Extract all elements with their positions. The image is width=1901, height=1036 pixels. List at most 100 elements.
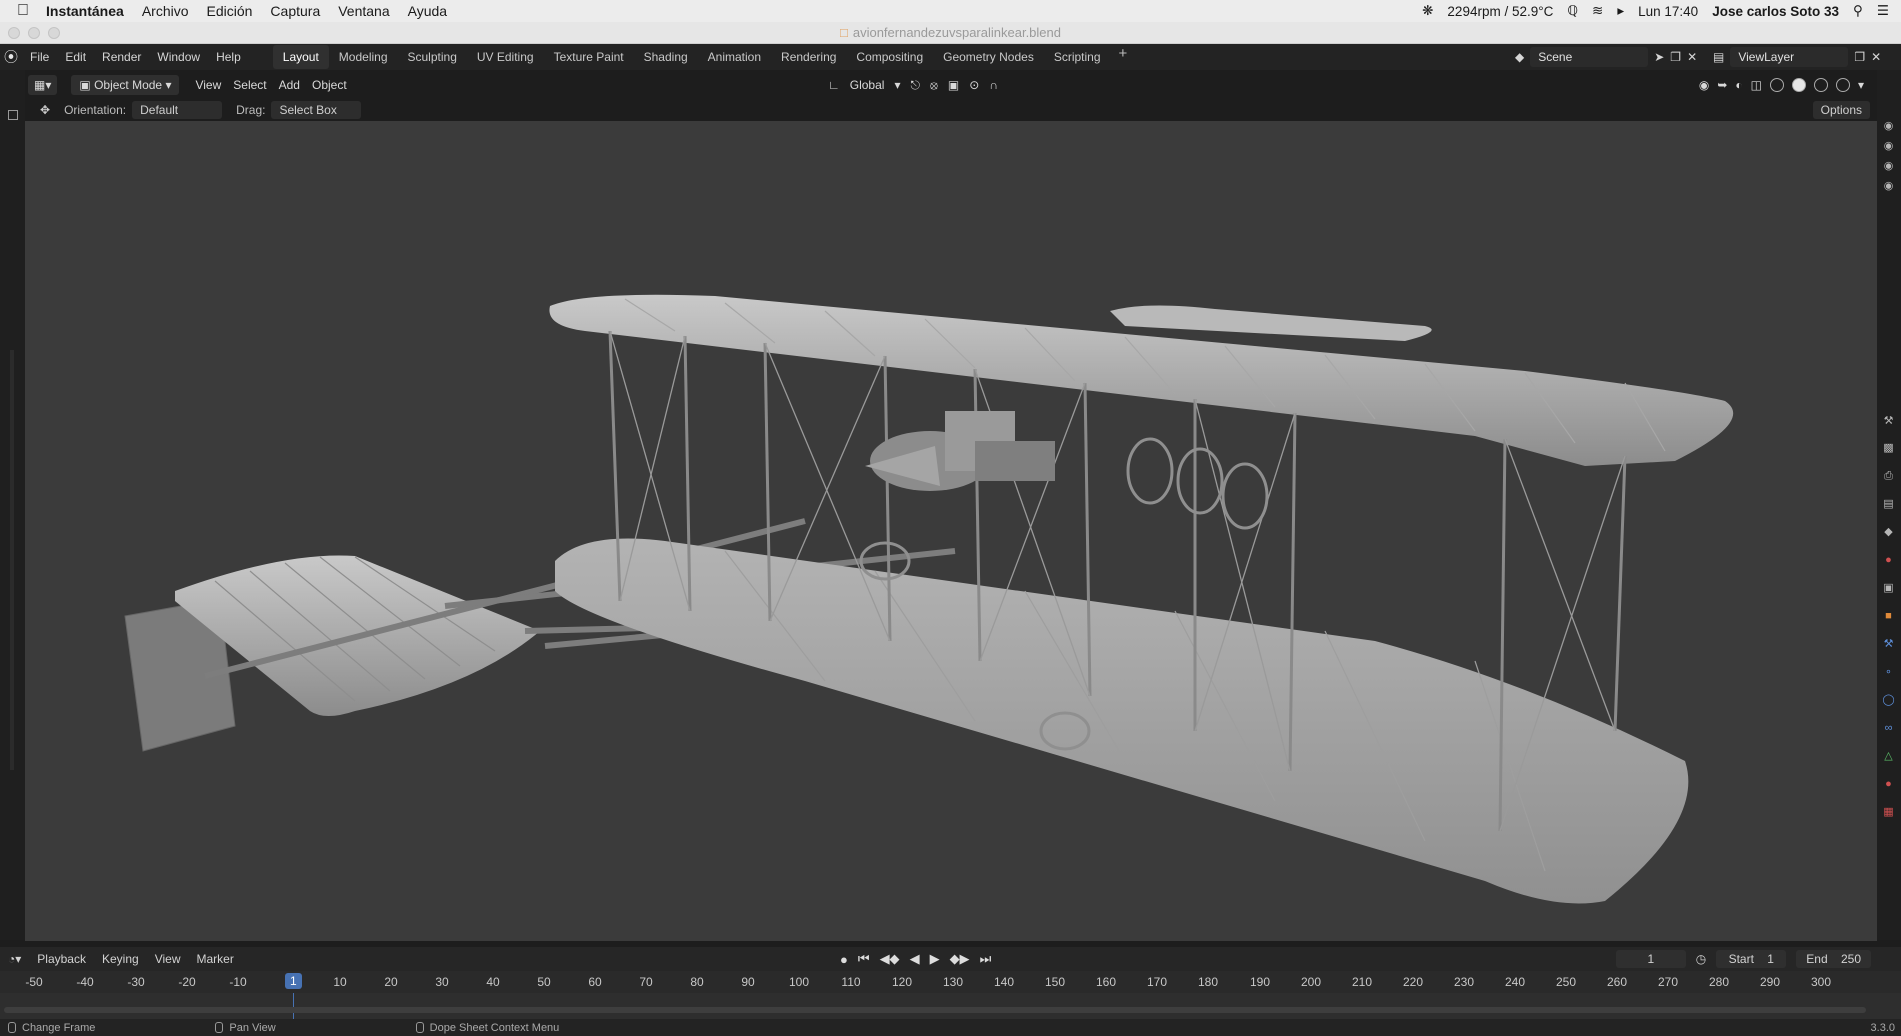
modifier-properties-icon[interactable]: ⚒	[1882, 638, 1895, 651]
volume-icon[interactable]: ▸	[1617, 3, 1624, 19]
gizmo-icon[interactable]: ➥	[1717, 78, 1727, 92]
object-mode-dropdown[interactable]: ▣ Object Mode ▾	[71, 75, 180, 95]
app-name[interactable]: Instantánea	[46, 3, 124, 19]
new-scene-icon[interactable]: ❐	[1670, 50, 1681, 64]
dropdown-arrow-icon[interactable]: ▾	[894, 78, 900, 92]
falloff-icon[interactable]: ∩	[989, 78, 998, 92]
current-frame-marker[interactable]: 1	[285, 973, 302, 989]
camera-icon[interactable]: ◉	[1882, 160, 1895, 173]
user-name[interactable]: Jose carlos Soto 33	[1712, 4, 1839, 19]
play-reverse-icon[interactable]: ◀	[910, 951, 920, 967]
apple-icon[interactable]: 	[0, 2, 46, 20]
snap-icon[interactable]: ⦻	[930, 78, 938, 93]
tab-geometry-nodes[interactable]: Geometry Nodes	[933, 45, 1044, 69]
playback-menu[interactable]: Playback	[29, 952, 94, 966]
timeline-view-menu[interactable]: View	[147, 952, 189, 966]
menu-file[interactable]: File	[22, 50, 57, 64]
add-menu[interactable]: Add	[273, 75, 306, 95]
xray-icon[interactable]: ◫	[1751, 78, 1762, 92]
camera-icon[interactable]: ◉	[1882, 180, 1895, 193]
move-tool-icon[interactable]: ✥	[40, 103, 50, 117]
transform-orientation-dropdown[interactable]: Global	[850, 78, 885, 92]
view-layer-properties-icon[interactable]: ▤	[1882, 498, 1895, 511]
tab-sculpting[interactable]: Sculpting	[398, 45, 467, 69]
output-properties-icon[interactable]: ⎙	[1882, 470, 1895, 483]
scene-properties-icon[interactable]: ◆	[1882, 526, 1895, 539]
timeline-editor-type-icon[interactable]: ◔▾	[0, 952, 29, 966]
tab-shading[interactable]: Shading	[634, 45, 698, 69]
object-menu[interactable]: Object	[306, 75, 353, 95]
data-properties-icon[interactable]: △	[1882, 750, 1895, 763]
clock-icon[interactable]: ◷	[1696, 952, 1706, 966]
zoom-window-button[interactable]	[48, 27, 60, 39]
menu-render[interactable]: Render	[94, 50, 149, 64]
texture-properties-icon[interactable]: ▦	[1882, 806, 1895, 819]
close-window-button[interactable]	[8, 27, 20, 39]
view-layer-field[interactable]: ViewLayer	[1730, 47, 1849, 67]
wireframe-shading-icon[interactable]	[1769, 78, 1784, 92]
collection-properties-icon[interactable]: ▣	[1882, 582, 1895, 595]
start-frame-field[interactable]: Start 1	[1716, 950, 1787, 968]
new-view-layer-icon[interactable]: ❐	[1854, 50, 1865, 64]
menu-ventana[interactable]: Ventana	[338, 3, 389, 19]
shading-options-icon[interactable]: ▾	[1858, 78, 1864, 92]
fan-status[interactable]: 2294rpm / 52.9°C	[1447, 4, 1553, 19]
prev-keyframe-icon[interactable]: ◀◆	[880, 951, 900, 967]
bluetooth-icon[interactable]: ℚ	[1567, 3, 1578, 19]
next-keyframe-icon[interactable]: ◆▶	[950, 951, 970, 967]
menu-window[interactable]: Window	[149, 50, 208, 64]
material-shading-icon[interactable]	[1813, 78, 1828, 92]
menu-ayuda[interactable]: Ayuda	[408, 3, 447, 19]
fan-icon[interactable]: ❋	[1422, 3, 1433, 19]
keying-menu[interactable]: Keying	[94, 952, 147, 966]
menu-help[interactable]: Help	[208, 50, 249, 64]
orientation-dropdown[interactable]: Default	[132, 101, 223, 119]
snap-target-icon[interactable]: ▣	[948, 78, 959, 92]
add-workspace-button[interactable]: +	[1111, 45, 1136, 69]
menu-edit[interactable]: Edit	[57, 50, 94, 64]
world-properties-icon[interactable]: ●	[1882, 554, 1895, 567]
tool-properties-icon[interactable]: ⚒	[1882, 415, 1895, 428]
play-icon[interactable]: ▶	[930, 951, 940, 967]
tab-compositing[interactable]: Compositing	[846, 45, 933, 69]
pivot-point-icon[interactable]: ⎋	[910, 78, 920, 93]
wifi-icon[interactable]: ≋	[1592, 3, 1603, 19]
editor-type-icon[interactable]: ▦▾	[28, 75, 58, 95]
constraints-properties-icon[interactable]: ∞	[1882, 722, 1895, 735]
camera-icon[interactable]: ◉	[1882, 120, 1895, 133]
timeline-scrollbar[interactable]	[4, 1007, 1866, 1013]
menu-edicion[interactable]: Edición	[207, 3, 253, 19]
jump-start-icon[interactable]: ⏮	[858, 951, 870, 967]
rendered-shading-icon[interactable]	[1835, 78, 1850, 92]
overlays-icon[interactable]: ◐	[1735, 78, 1742, 92]
proportional-edit-icon[interactable]: ⊙	[969, 78, 979, 92]
view-layer-icon[interactable]: ▤	[1713, 50, 1724, 64]
scene-icon[interactable]: ◆	[1515, 50, 1524, 64]
select-menu[interactable]: Select	[227, 75, 272, 95]
tab-animation[interactable]: Animation	[698, 45, 771, 69]
material-properties-icon[interactable]: ●	[1882, 778, 1895, 791]
delete-view-layer-icon[interactable]: ✕	[1871, 50, 1881, 64]
notification-center-icon[interactable]: ☰	[1877, 3, 1889, 19]
menu-captura[interactable]: Captura	[270, 3, 320, 19]
end-frame-field[interactable]: End 250	[1796, 950, 1871, 968]
3d-viewport[interactable]	[25, 121, 1877, 941]
current-frame-field[interactable]: 1	[1615, 950, 1686, 968]
record-icon[interactable]: ●	[840, 952, 848, 967]
select-tool-icon[interactable]	[8, 110, 18, 120]
pin-icon[interactable]: ➤	[1654, 50, 1664, 64]
playhead-line[interactable]	[293, 993, 294, 1019]
tab-scripting[interactable]: Scripting	[1044, 45, 1111, 69]
visibility-icon[interactable]: ◉	[1699, 78, 1709, 92]
physics-properties-icon[interactable]: ◯	[1882, 694, 1895, 707]
jump-end-icon[interactable]: ⏭	[980, 951, 992, 967]
camera-icon[interactable]: ◉	[1882, 140, 1895, 153]
solid-shading-icon[interactable]	[1791, 78, 1806, 92]
particles-properties-icon[interactable]: ∘	[1882, 666, 1895, 679]
tab-modeling[interactable]: Modeling	[329, 45, 398, 69]
tab-layout[interactable]: Layout	[272, 45, 329, 69]
minimize-window-button[interactable]	[28, 27, 40, 39]
render-properties-icon[interactable]: ▩	[1882, 442, 1895, 455]
marker-menu[interactable]: Marker	[188, 952, 241, 966]
tab-texture-paint[interactable]: Texture Paint	[544, 45, 634, 69]
